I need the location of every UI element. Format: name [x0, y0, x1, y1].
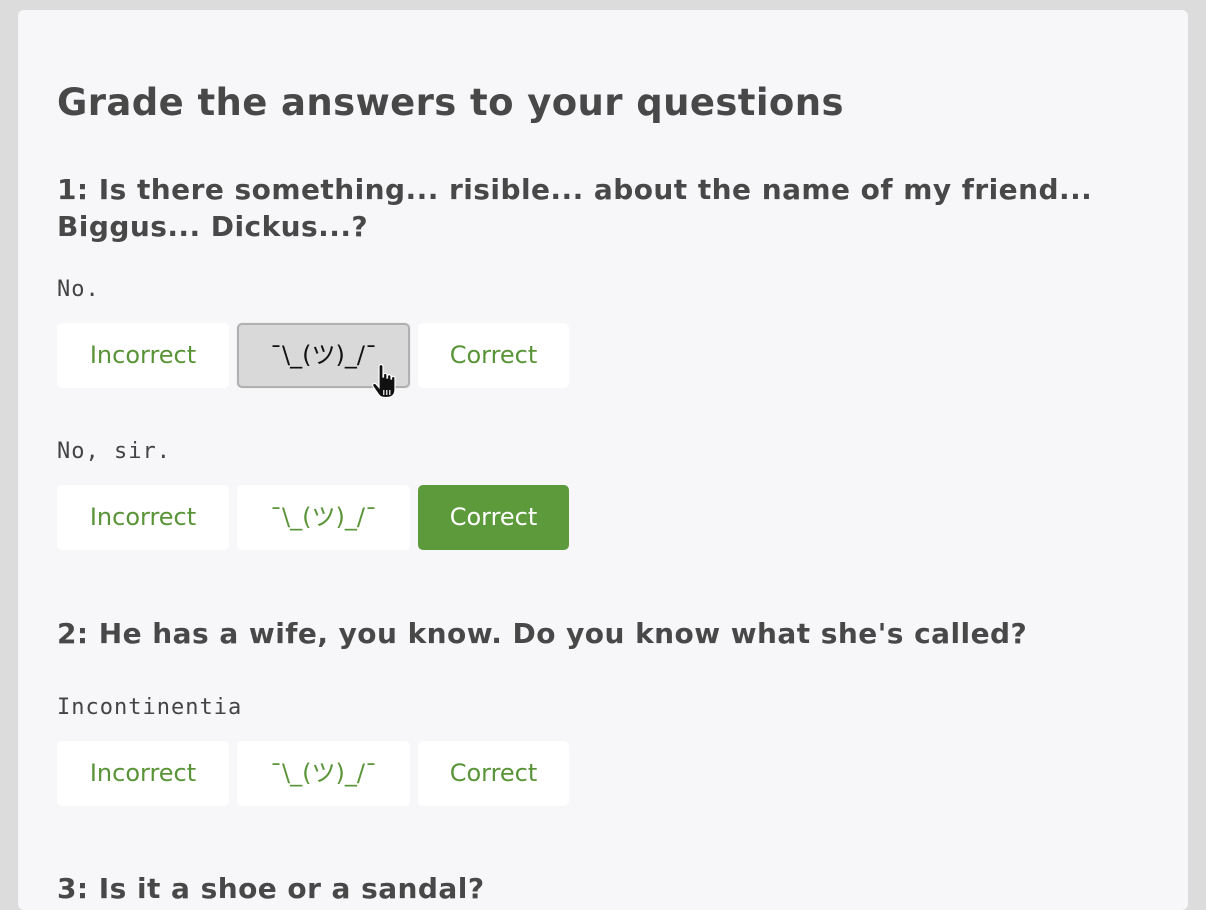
shrug-button[interactable]: ¯\_(ツ)_/¯ — [237, 485, 410, 550]
question-2-heading: 2: He has a wife, you know. Do you know … — [57, 617, 1028, 650]
question-1-answer-1-text: No. — [57, 277, 100, 302]
incorrect-button[interactable]: Incorrect — [57, 323, 229, 388]
shrug-button[interactable]: ¯\_(ツ)_/¯ — [237, 323, 410, 388]
correct-button[interactable]: Correct — [418, 485, 569, 550]
correct-button[interactable]: Correct — [418, 741, 569, 806]
question-1-answer-2-text: No, sir. — [57, 439, 171, 464]
page-title: Grade the answers to your questions — [57, 81, 844, 124]
question-1-heading: 1: Is there something... risible... abou… — [57, 173, 1093, 243]
question-2-answer-1-text: Incontinentia — [57, 695, 243, 720]
shrug-button[interactable]: ¯\_(ツ)_/¯ — [237, 741, 410, 806]
grading-card: Grade the answers to your questions 1: I… — [18, 10, 1188, 910]
incorrect-button[interactable]: Incorrect — [57, 741, 229, 806]
correct-button[interactable]: Correct — [418, 323, 569, 388]
question-3-heading: 3: Is it a shoe or a sandal? — [57, 872, 485, 905]
incorrect-button[interactable]: Incorrect — [57, 485, 229, 550]
